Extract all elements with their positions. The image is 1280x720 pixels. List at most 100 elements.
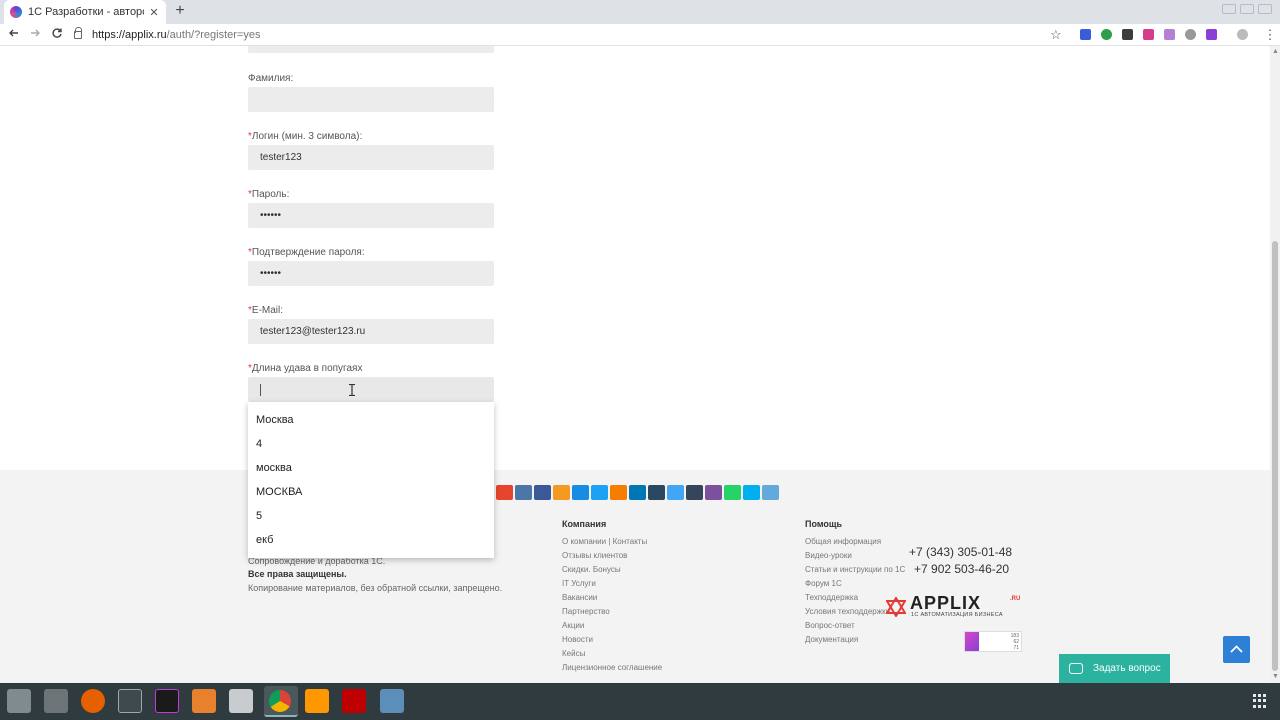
footer-link-documentation[interactable]: Документация: [805, 635, 858, 644]
page-scrollbar[interactable]: ▲ ▼: [1270, 46, 1280, 683]
name-field[interactable]: [248, 46, 494, 53]
maximize-icon[interactable]: [1240, 4, 1254, 14]
custom-field-input[interactable]: [248, 377, 494, 402]
system-settings-icon[interactable]: [7, 689, 31, 713]
bookmark-star-icon[interactable]: ☆: [1050, 27, 1062, 43]
footer-link-about[interactable]: О компании | Контакты: [562, 537, 647, 546]
scrollbar-thumb[interactable]: [1272, 241, 1278, 671]
app-grid-icon[interactable]: [1253, 694, 1267, 708]
footer-link-forum[interactable]: Форум 1С: [805, 579, 842, 588]
chrome-icon[interactable]: [269, 690, 291, 712]
autocomplete-option[interactable]: Москва: [248, 408, 494, 432]
back-icon[interactable]: [6, 27, 22, 43]
extension-pen-icon[interactable]: [1206, 29, 1217, 40]
footer-link-it-services[interactable]: IT Услуги: [562, 579, 596, 588]
browser-tab[interactable]: 1С Разработки - авторск ✕: [4, 0, 166, 24]
new-tab-button[interactable]: +: [172, 3, 188, 19]
autocomplete-option[interactable]: 4: [248, 432, 494, 456]
footer-link-license[interactable]: Лицензионное соглашение: [562, 663, 662, 672]
lock-icon: [74, 27, 82, 39]
login-field[interactable]: tester123: [248, 145, 494, 170]
confirm-password-field[interactable]: ••••••: [248, 261, 494, 286]
password-field[interactable]: ••••••: [248, 203, 494, 228]
footer-link-faq[interactable]: Вопрос-ответ: [805, 621, 855, 630]
share-facebook-icon[interactable]: [534, 485, 551, 500]
share-blogger-icon[interactable]: [610, 485, 627, 500]
phpstorm-icon[interactable]: [155, 689, 179, 713]
minimize-icon[interactable]: [1222, 4, 1236, 14]
footer-link-news[interactable]: Новости: [562, 635, 593, 644]
scroll-to-top-button[interactable]: [1223, 636, 1250, 663]
visitor-counter[interactable]: 183 62 71: [964, 631, 1022, 652]
autocomplete-option[interactable]: москва: [248, 456, 494, 480]
share-tumblr-icon[interactable]: [686, 485, 703, 500]
forward-icon[interactable]: [27, 27, 43, 43]
share-mailru-icon[interactable]: [572, 485, 589, 500]
share-linkedin-icon[interactable]: [629, 485, 646, 500]
footer-link-discounts[interactable]: Скидки. Бонусы: [562, 565, 621, 574]
archive-manager-icon[interactable]: [192, 689, 216, 713]
footer-link-reviews[interactable]: Отзывы клиентов: [562, 551, 627, 560]
footer-link-cases[interactable]: Кейсы: [562, 649, 585, 658]
footer-link-support[interactable]: Техподдержка: [805, 593, 858, 602]
share-whatsapp-icon[interactable]: [724, 485, 741, 500]
share-vk-icon[interactable]: [515, 485, 532, 500]
calculator-icon[interactable]: [118, 689, 142, 713]
sublime-text-icon[interactable]: [305, 689, 329, 713]
footer-link-promotions[interactable]: Акции: [562, 621, 584, 630]
file-manager-icon[interactable]: [229, 689, 253, 713]
autocomplete-option[interactable]: 5: [248, 504, 494, 528]
confirm-password-label: *Подтверждение пароля:: [248, 247, 365, 258]
close-window-icon[interactable]: [1258, 4, 1272, 14]
ask-question-button[interactable]: Задать вопрос: [1059, 654, 1170, 683]
chat-icon: [1069, 663, 1083, 674]
counter-values: 183 62 71: [1010, 633, 1019, 651]
footer-link-video-lessons[interactable]: Видео-уроки: [805, 551, 852, 560]
share-viber-icon[interactable]: [705, 485, 722, 500]
browser-tabbar: 1С Разработки - авторск ✕ +: [0, 0, 1280, 24]
footer-link-vacancies[interactable]: Вакансии: [562, 593, 597, 602]
url-path: /auth/?register=yes: [166, 29, 261, 41]
share-livejournal-icon[interactable]: [648, 485, 665, 500]
window-controls: [1222, 4, 1272, 14]
reload-icon[interactable]: [49, 27, 65, 43]
email-field[interactable]: tester123@tester123.ru: [248, 319, 494, 344]
lastname-field[interactable]: [248, 87, 494, 112]
extension-globe-icon[interactable]: [1185, 29, 1196, 40]
extension-leaf-icon[interactable]: [1122, 29, 1133, 40]
share-surfingbird-icon[interactable]: [667, 485, 684, 500]
virtualbox-icon[interactable]: [380, 689, 404, 713]
autocomplete-option[interactable]: екб: [248, 528, 494, 552]
address-bar[interactable]: https://applix.ru/auth/?register=yes: [74, 26, 1064, 44]
browser-toolbar: https://applix.ru/auth/?register=yes ☆ ⋮: [0, 24, 1280, 46]
share-pinterest-icon[interactable]: [496, 485, 513, 500]
os-taskbar: [0, 683, 1280, 720]
share-skype-icon[interactable]: [743, 485, 760, 500]
extension-flag-icon[interactable]: [1080, 29, 1091, 40]
scroll-up-arrow-icon[interactable]: ▲: [1272, 48, 1279, 55]
tab-close-icon[interactable]: ✕: [148, 6, 160, 19]
scroll-down-arrow-icon[interactable]: ▼: [1272, 673, 1279, 680]
footer-link-articles[interactable]: Статьи и инструкции по 1С: [805, 565, 905, 574]
custom-field-label: *Длина удава в попугаях: [248, 363, 363, 374]
filezilla-icon[interactable]: [342, 689, 366, 713]
share-odnoklassniki-icon[interactable]: [553, 485, 570, 500]
firefox-icon[interactable]: [81, 689, 105, 713]
profile-avatar-icon[interactable]: [1237, 29, 1248, 40]
site-footer: [0, 470, 1270, 683]
footer-copyright-line2: Все права защищены.: [248, 569, 347, 579]
footer-phone-1[interactable]: +7 (343) 305-01-48: [909, 545, 1012, 559]
extension-pink-icon[interactable]: [1143, 29, 1154, 40]
footer-link-partnership[interactable]: Партнерство: [562, 607, 610, 616]
footer-link-general-info[interactable]: Общая информация: [805, 537, 881, 546]
applix-logo-ru: .RU: [1010, 596, 1021, 602]
extension-wand-icon[interactable]: [1164, 29, 1175, 40]
share-twitter-icon[interactable]: [591, 485, 608, 500]
footer-link-support-terms[interactable]: Условия техподдержки: [805, 607, 890, 616]
browser-menu-icon[interactable]: ⋮: [1262, 27, 1278, 43]
footer-phone-2[interactable]: +7 902 503-46-20: [914, 562, 1009, 576]
magnifier-tool-icon[interactable]: [44, 689, 68, 713]
share-telegram-icon[interactable]: [762, 485, 779, 500]
autocomplete-option[interactable]: МОСКВА: [248, 480, 494, 504]
extension-badge-icon[interactable]: [1101, 29, 1112, 40]
